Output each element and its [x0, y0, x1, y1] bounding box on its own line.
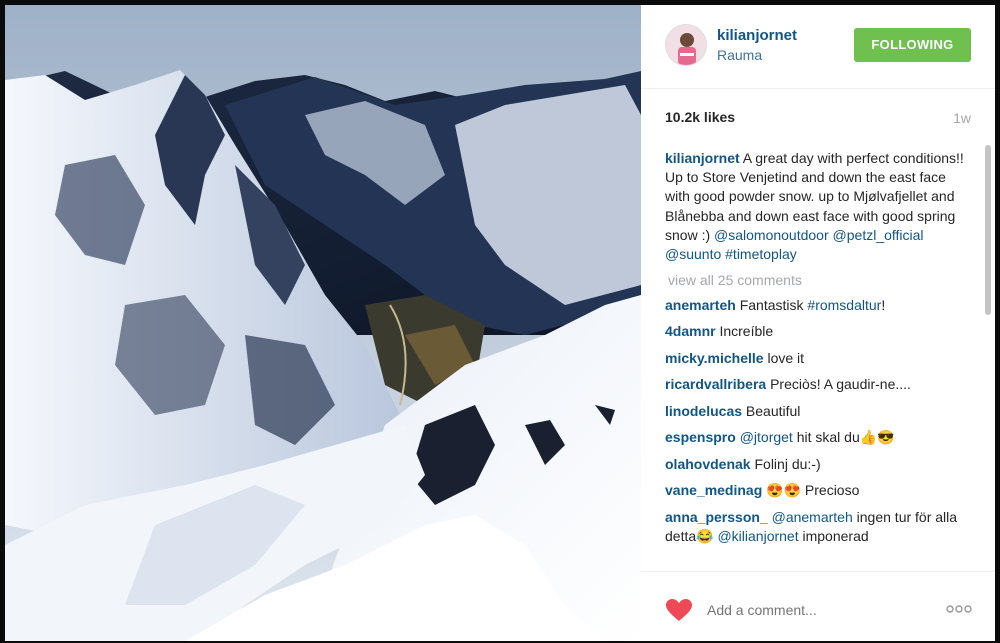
- comment-text: Preciòs! A gaudir-ne....: [770, 376, 911, 393]
- mountain-landscape-image: [5, 5, 641, 641]
- caption-tag[interactable]: @salomonoutdoor: [714, 227, 829, 243]
- comment-username[interactable]: anemarteh: [665, 297, 736, 313]
- comment: espenspro @jtorget hit skal du👍😎: [665, 428, 965, 447]
- post-photo[interactable]: [5, 5, 641, 641]
- comment-tag[interactable]: @jtorget: [740, 429, 793, 445]
- comment-username[interactable]: anna_persson_: [665, 509, 768, 525]
- comment-text: Increíble: [719, 323, 774, 340]
- caption-username[interactable]: kilianjornet: [665, 150, 740, 166]
- caption-tag[interactable]: @petzl_official: [833, 227, 924, 243]
- comment: micky.michelle love it: [665, 349, 965, 368]
- post-location[interactable]: Rauma: [717, 47, 762, 63]
- comment: linodelucas Beautiful: [665, 402, 965, 421]
- comment: olahovdenak Folinj du:-): [665, 455, 965, 474]
- likes-count[interactable]: 10.2k likes: [665, 109, 735, 125]
- caption-tag[interactable]: @suunto: [665, 246, 721, 262]
- post-header: kilianjornet Rauma FOLLOWING: [641, 5, 995, 89]
- comment-text-after: hit skal du👍😎: [792, 429, 895, 446]
- comment-text: love it: [767, 349, 805, 366]
- comment-text-after: !: [881, 296, 886, 313]
- comment-bar: [641, 571, 995, 641]
- following-button[interactable]: FOLLOWING: [854, 28, 971, 62]
- comment-username[interactable]: linodelucas: [665, 403, 742, 419]
- comment-tag[interactable]: @anemarteh: [772, 509, 853, 525]
- comment: anna_persson_ @anemarteh ingen tur för a…: [665, 508, 965, 546]
- comment-username[interactable]: 4damnr: [665, 323, 716, 339]
- comment-text: Fantastisk: [739, 296, 808, 313]
- avatar-image: [666, 25, 706, 65]
- comment: 4damnr Increíble: [665, 322, 965, 341]
- comment-text: Beautiful: [745, 402, 801, 419]
- comment-username[interactable]: ricardvallribera: [665, 376, 766, 392]
- post-username[interactable]: kilianjornet: [717, 27, 797, 44]
- post-time[interactable]: 1w: [953, 110, 971, 126]
- comment-text: 😍😍 Precioso: [766, 482, 860, 499]
- likes-row: 10.2k likes 1w: [665, 109, 971, 129]
- comment-tag[interactable]: #romsdaltur: [807, 297, 881, 313]
- comment-text-after: imponerad: [798, 527, 869, 544]
- add-comment-input[interactable]: [707, 602, 927, 618]
- post-details-panel: kilianjornet Rauma FOLLOWING 10.2k likes…: [641, 5, 995, 641]
- comment-username[interactable]: vane_medinag: [665, 482, 762, 498]
- comment: anemarteh Fantastisk #romsdaltur!: [665, 296, 965, 315]
- comment-text: Folinj du:-): [754, 455, 821, 472]
- comment-username[interactable]: espenspro: [665, 429, 736, 445]
- comment: ricardvallribera Preciòs! A gaudir-ne...…: [665, 375, 965, 394]
- avatar[interactable]: [665, 24, 707, 66]
- more-options-icon[interactable]: [945, 602, 973, 616]
- comments-scrollbar[interactable]: [985, 145, 991, 315]
- heart-icon[interactable]: [665, 598, 693, 622]
- comment-username[interactable]: olahovdenak: [665, 456, 751, 472]
- comments-list[interactable]: kilianjornet A great day with perfect co…: [641, 145, 995, 571]
- caption-tag[interactable]: #timetoplay: [725, 246, 797, 262]
- comment: vane_medinag 😍😍 Precioso: [665, 481, 965, 500]
- view-all-comments-link[interactable]: view all 25 comments: [665, 272, 965, 288]
- comment-tag[interactable]: @kilianjornet: [717, 528, 798, 544]
- post-modal: kilianjornet Rauma FOLLOWING 10.2k likes…: [0, 0, 1000, 643]
- caption: kilianjornet A great day with perfect co…: [665, 149, 965, 264]
- comment-username[interactable]: micky.michelle: [665, 350, 764, 366]
